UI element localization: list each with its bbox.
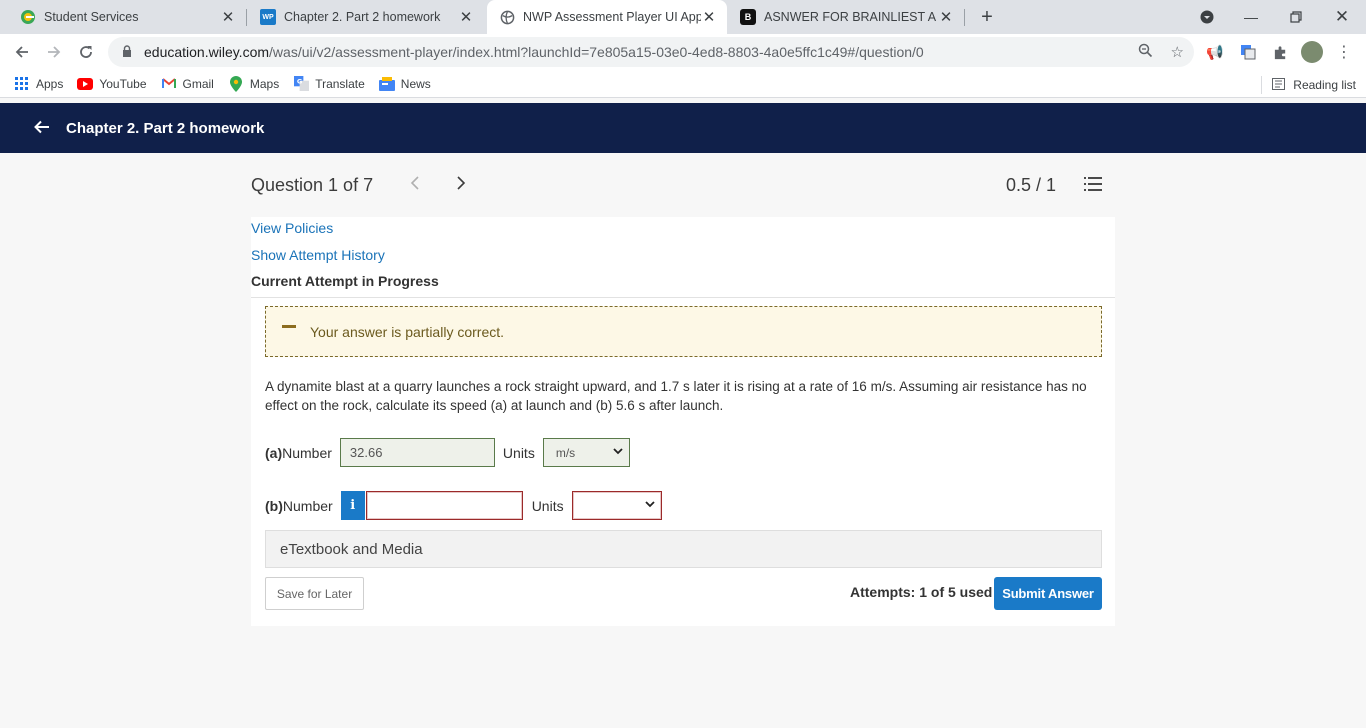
new-tab-plus-icon[interactable]: + bbox=[976, 6, 998, 28]
part-a-row: (a)Number 32.66 Units m/s bbox=[265, 438, 630, 467]
next-question-chevron-icon[interactable] bbox=[456, 174, 466, 195]
tab-title: NWP Assessment Player UI Appli bbox=[523, 10, 701, 24]
tab-title: Chapter 2. Part 2 homework bbox=[284, 10, 441, 24]
feedback-message: Your answer is partially correct. bbox=[310, 323, 505, 340]
part-b-row: (b)Number i Units bbox=[265, 491, 662, 520]
browser-menu-icon[interactable]: ⋮ bbox=[1336, 42, 1352, 62]
bookmarks-bar: Apps YouTube Gmail Maps G Translate News bbox=[0, 70, 1366, 98]
tab-title: ASNWER FOR BRAINLIEST A bus bbox=[764, 10, 938, 24]
edge-e-icon bbox=[20, 9, 36, 25]
part-a-units-label: Units bbox=[502, 444, 535, 461]
profile-avatar[interactable] bbox=[1301, 41, 1323, 63]
bookmark-label: News bbox=[400, 76, 431, 91]
bookmark-label: Gmail bbox=[182, 76, 214, 91]
part-b-units-label: Units bbox=[531, 497, 564, 514]
minimize-icon[interactable]: — bbox=[1229, 0, 1273, 34]
close-tab-icon[interactable]: ✕ bbox=[938, 8, 954, 26]
selected-unit: m/s bbox=[555, 445, 576, 460]
maps-pin-icon bbox=[228, 75, 244, 92]
question-counter: Question 1 of 7 bbox=[251, 175, 374, 195]
question-score: 0.5 / 1 bbox=[1006, 175, 1057, 195]
close-tab-icon[interactable]: ✕ bbox=[220, 8, 236, 26]
question-text: A dynamite blast at a quarry launches a … bbox=[265, 379, 1087, 413]
part-b-number-input[interactable] bbox=[365, 491, 523, 520]
url-host: education.wiley.com bbox=[144, 44, 270, 60]
megaphone-extension-icon[interactable]: 📢 bbox=[1205, 42, 1225, 62]
close-tab-icon[interactable]: ✕ bbox=[701, 8, 717, 26]
assignment-title: Chapter 2. Part 2 homework bbox=[66, 119, 265, 137]
bookmark-label: YouTube bbox=[99, 76, 147, 91]
browser-tab-strip: Student Services ✕ WP Chapter 2. Part 2 … bbox=[0, 0, 1366, 34]
gmail-icon bbox=[161, 76, 177, 92]
youtube-icon bbox=[77, 76, 94, 92]
bookmark-youtube[interactable]: YouTube bbox=[77, 76, 147, 92]
app-header: Chapter 2. Part 2 homework bbox=[0, 103, 1366, 153]
question-panel: View Policies Show Attempt History Curre… bbox=[251, 217, 1115, 626]
part-a-units-select[interactable]: m/s bbox=[542, 438, 630, 467]
back-arrow-icon[interactable] bbox=[8, 38, 36, 66]
tab-brainly[interactable]: B ASNWER FOR BRAINLIEST A bus ✕ bbox=[728, 0, 965, 34]
question-header: Question 1 of 7 0.5 / 1 bbox=[0, 153, 1366, 217]
wileyplus-favicon: WP bbox=[260, 9, 276, 25]
reading-list-label: Reading list bbox=[1293, 78, 1356, 92]
back-arrow-icon[interactable] bbox=[34, 118, 54, 139]
bookmark-label: Maps bbox=[249, 76, 280, 91]
view-policies-link[interactable]: View Policies bbox=[251, 220, 333, 236]
close-tab-icon[interactable]: ✕ bbox=[458, 8, 474, 26]
part-a-label: (a)Number bbox=[265, 444, 332, 461]
translate-icon: G bbox=[293, 76, 309, 92]
part-a-number-input[interactable]: 32.66 bbox=[339, 438, 495, 467]
url-path: /was/ui/v2/assessment-player/index.html?… bbox=[269, 44, 924, 60]
current-attempt-label: Current Attempt in Progress bbox=[251, 273, 439, 289]
previous-question-chevron-icon[interactable] bbox=[410, 174, 420, 195]
part-b-label: (b)Number bbox=[265, 497, 333, 514]
bookmark-star-icon[interactable]: ☆ bbox=[1171, 43, 1184, 62]
reading-list-icon bbox=[1272, 77, 1286, 93]
divider bbox=[251, 297, 1115, 298]
save-for-later-button[interactable]: Save for Later bbox=[265, 577, 364, 610]
bookmark-apps[interactable]: Apps bbox=[14, 76, 63, 92]
tab-student-services[interactable]: Student Services ✕ bbox=[8, 0, 247, 34]
browser-toolbar: education.wiley.com/was/ui/v2/assessment… bbox=[0, 34, 1366, 70]
chevron-down-icon bbox=[613, 447, 623, 458]
bookmark-label: Translate bbox=[315, 76, 365, 91]
brainly-favicon: B bbox=[740, 9, 756, 25]
forward-arrow-icon[interactable] bbox=[40, 38, 68, 66]
translate-extension-icon[interactable] bbox=[1238, 42, 1258, 62]
tab-nwp-assessment[interactable]: NWP Assessment Player UI Appli ✕ bbox=[487, 0, 727, 34]
news-icon bbox=[378, 76, 395, 92]
bookmark-maps[interactable]: Maps bbox=[228, 75, 280, 92]
globe-icon bbox=[499, 9, 515, 25]
apps-grid-icon bbox=[14, 76, 30, 92]
tab-chapter-homework[interactable]: WP Chapter 2. Part 2 homework ✕ bbox=[248, 0, 484, 34]
etextbook-media-section[interactable]: eTextbook and Media bbox=[265, 530, 1102, 568]
tab-search-icon[interactable] bbox=[1185, 0, 1229, 34]
lock-icon bbox=[122, 44, 134, 60]
chevron-down-icon bbox=[644, 500, 655, 511]
partial-correct-banner: Your answer is partially correct. bbox=[265, 306, 1102, 357]
extensions-puzzle-icon[interactable] bbox=[1270, 42, 1290, 62]
minus-icon bbox=[282, 325, 296, 328]
attempts-counter: Attempts: 1 of 5 used bbox=[850, 584, 993, 600]
part-b-units-select[interactable] bbox=[571, 491, 662, 520]
question-list-icon[interactable] bbox=[1084, 177, 1102, 193]
svg-text:G: G bbox=[297, 78, 302, 86]
close-window-icon[interactable]: ✕ bbox=[1320, 0, 1364, 34]
show-attempt-history-link[interactable]: Show Attempt History bbox=[251, 247, 385, 263]
restore-icon[interactable] bbox=[1274, 0, 1318, 34]
bookmark-label: Apps bbox=[36, 76, 64, 91]
tab-title: Student Services bbox=[44, 10, 139, 24]
bookmark-news[interactable]: News bbox=[378, 76, 431, 92]
submit-answer-button[interactable]: Submit Answer bbox=[994, 577, 1102, 610]
info-icon[interactable]: i bbox=[340, 491, 365, 520]
bookmark-translate[interactable]: G Translate bbox=[293, 76, 365, 92]
bookmark-gmail[interactable]: Gmail bbox=[161, 76, 214, 92]
reload-icon[interactable] bbox=[72, 38, 100, 66]
address-bar[interactable]: education.wiley.com/was/ui/v2/assessment… bbox=[108, 37, 1194, 67]
zoom-icon[interactable] bbox=[1138, 43, 1153, 62]
reading-list-button[interactable]: Reading list bbox=[1261, 76, 1356, 94]
